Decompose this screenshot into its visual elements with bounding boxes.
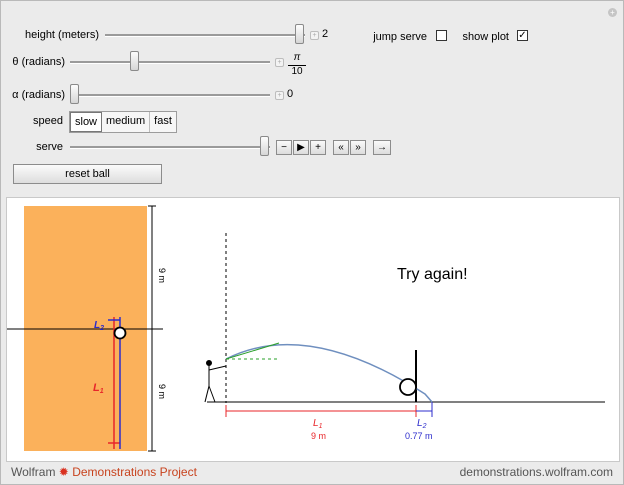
speed-option-slow[interactable]: slow	[70, 112, 103, 132]
height-slider-thumb[interactable]	[295, 24, 304, 44]
plot-svg: 9 m 9 m L2 L1 Try again! L1 9 m L2 0.77 …	[7, 205, 605, 452]
server-arm	[208, 365, 227, 371]
theta-slider[interactable]	[70, 51, 270, 71]
footer: Wolfram ✹ Demonstrations Project demonst…	[1, 461, 623, 484]
show-plot-label: show plot	[462, 31, 509, 43]
height-value: 2	[322, 28, 329, 40]
server-head	[206, 360, 212, 366]
server-leg-left	[204, 385, 210, 403]
upper-half-dimension: 9 m	[157, 268, 167, 283]
result-message: Try again!	[397, 266, 468, 283]
ball-trajectory	[225, 343, 433, 403]
options-icon[interactable]: +	[608, 8, 617, 17]
theta-value-denominator: 10	[291, 66, 303, 77]
footer-branding: Wolfram ✹ Demonstrations Project	[11, 465, 197, 479]
l2-distance-label: L2	[417, 418, 427, 430]
serve-slider-thumb[interactable]	[260, 136, 269, 156]
ball-top-view	[113, 326, 127, 340]
show-plot-checkbox[interactable]: ✓	[517, 30, 528, 41]
serve-play-button[interactable]: ▶	[293, 140, 309, 155]
server-leg-right	[208, 385, 216, 403]
l1-distance-label: L1	[313, 418, 323, 430]
reset-ball-button[interactable]: reset ball	[13, 164, 162, 184]
server-figure	[204, 360, 227, 403]
footer-demonstrations-link[interactable]: Demonstrations Project	[72, 465, 197, 479]
theta-slider-track	[70, 61, 270, 64]
serve-direction-button[interactable]: →	[373, 140, 391, 155]
serve-step-back-button[interactable]: −	[276, 140, 292, 155]
alpha-slider-track	[70, 94, 270, 97]
speed-option-medium[interactable]: medium	[102, 112, 151, 132]
height-slider-track	[105, 34, 305, 37]
alpha-slider[interactable]	[70, 84, 270, 104]
alpha-label: α (radians)	[12, 89, 65, 101]
height-expand-icon[interactable]: +	[310, 31, 319, 40]
demonstrations-logo-icon: ✹	[58, 465, 69, 479]
serve-step-forward-button[interactable]: +	[310, 140, 326, 155]
footer-url[interactable]: demonstrations.wolfram.com	[460, 465, 613, 479]
speed-selector[interactable]: slow medium fast	[69, 111, 177, 133]
alpha-value: 0	[287, 88, 294, 100]
height-label: height (meters)	[25, 29, 99, 41]
theta-value-numerator: π	[293, 52, 301, 63]
serve-slider-track	[70, 146, 270, 149]
speed-label: speed	[33, 115, 63, 127]
height-slider[interactable]	[105, 24, 305, 44]
serve-slower-button[interactable]: »	[350, 140, 366, 155]
jump-serve-checkbox[interactable]	[436, 30, 447, 41]
theta-expand-icon[interactable]: +	[275, 58, 284, 67]
l1-distance-value: 9 m	[311, 431, 326, 441]
lower-half-dimension: 9 m	[157, 384, 167, 399]
footer-wolfram: Wolfram	[11, 465, 56, 479]
serve-faster-button[interactable]: «	[333, 140, 349, 155]
serve-label: serve	[36, 141, 63, 153]
alpha-expand-icon[interactable]: +	[275, 91, 284, 100]
demonstration-window: + height (meters) + 2 jump serve show pl…	[0, 0, 624, 485]
launch-direction	[225, 342, 280, 360]
theta-label: θ (radians)	[12, 56, 65, 68]
l2-distance-value: 0.77 m	[405, 431, 433, 441]
alpha-slider-thumb[interactable]	[70, 84, 79, 104]
jump-serve-label: jump serve	[373, 31, 427, 43]
serve-slider[interactable]	[70, 136, 270, 156]
plot-area: 9 m 9 m L2 L1 Try again! L1 9 m L2 0.77 …	[6, 197, 620, 462]
ball-side-view	[399, 378, 417, 396]
speed-option-fast[interactable]: fast	[150, 112, 176, 132]
theta-slider-thumb[interactable]	[130, 51, 139, 71]
